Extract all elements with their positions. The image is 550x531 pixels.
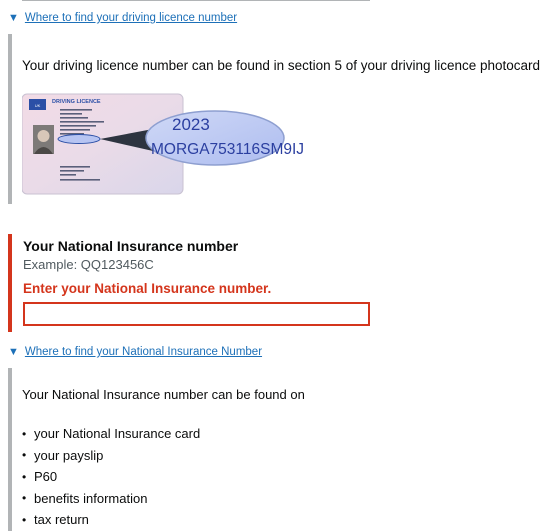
- ni-number-input[interactable]: [23, 302, 370, 326]
- triangle-down-icon: ▼: [8, 11, 19, 24]
- ni-error-message: Enter your National Insurance number.: [23, 281, 272, 296]
- ni-details-panel: [8, 368, 12, 531]
- licence-details-link[interactable]: Where to find your driving licence numbe…: [25, 12, 237, 24]
- page: ▼ Where to find your driving licence num…: [0, 0, 550, 531]
- licence-details-panel: [8, 34, 12, 204]
- zoom-date: 2023: [172, 115, 210, 134]
- ni-label: Your National Insurance number: [23, 238, 239, 254]
- ni-details-text: Your National Insurance number can be fo…: [22, 387, 305, 402]
- list-item: • P60: [22, 469, 58, 485]
- list-item: • your payslip: [22, 447, 104, 463]
- list-item: • benefits information: [22, 490, 148, 506]
- licence-details-text: Your driving licence number can be found…: [22, 58, 541, 73]
- licence-details-summary[interactable]: ▼ Where to find your driving licence num…: [8, 12, 237, 24]
- triangle-down-icon: ▼: [8, 345, 19, 358]
- top-divider: [22, 0, 370, 1]
- licence-number-highlight: [57, 134, 101, 144]
- ni-details-summary[interactable]: ▼ Where to find your National Insurance …: [8, 346, 262, 358]
- card-country: UK: [35, 103, 41, 108]
- ni-details-link[interactable]: Where to find your National Insurance Nu…: [25, 346, 262, 358]
- list-item: • your National Insurance card: [22, 426, 201, 442]
- list-item: • tax return: [22, 512, 89, 528]
- zoom-licence-number: MORGA753116SM9IJ: [151, 141, 304, 158]
- ni-hint: Example: QQ123456C: [23, 257, 154, 272]
- driving-licence-illustration: UK DRIVING LICENCE 2023 MORGA753116SM9IJ: [22, 93, 304, 195]
- card-header: DRIVING LICENCE: [52, 99, 101, 105]
- ni-sources-list: • your National Insurance card • your pays…: [22, 423, 200, 531]
